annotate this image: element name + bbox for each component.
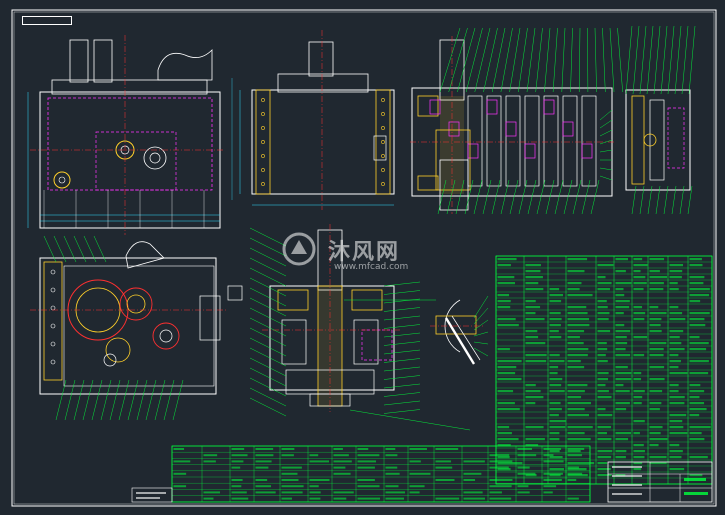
title-block: [607, 461, 713, 503]
housing-front-view: [27, 35, 225, 235]
housing-side-view: [231, 30, 395, 210]
gear-layout-plan: [30, 235, 243, 421]
gear-train-section: [410, 27, 623, 215]
spindle-section: [249, 224, 471, 431]
cad-canvas: [11, 9, 717, 507]
lever-detail: [430, 295, 489, 365]
shift-mechanism-section: [625, 25, 696, 215]
drawing-sheet: 沐风网 www.mfcad.com: [0, 0, 725, 515]
drawing-title-tag: [22, 16, 72, 25]
technical-notes-table: [131, 445, 591, 503]
